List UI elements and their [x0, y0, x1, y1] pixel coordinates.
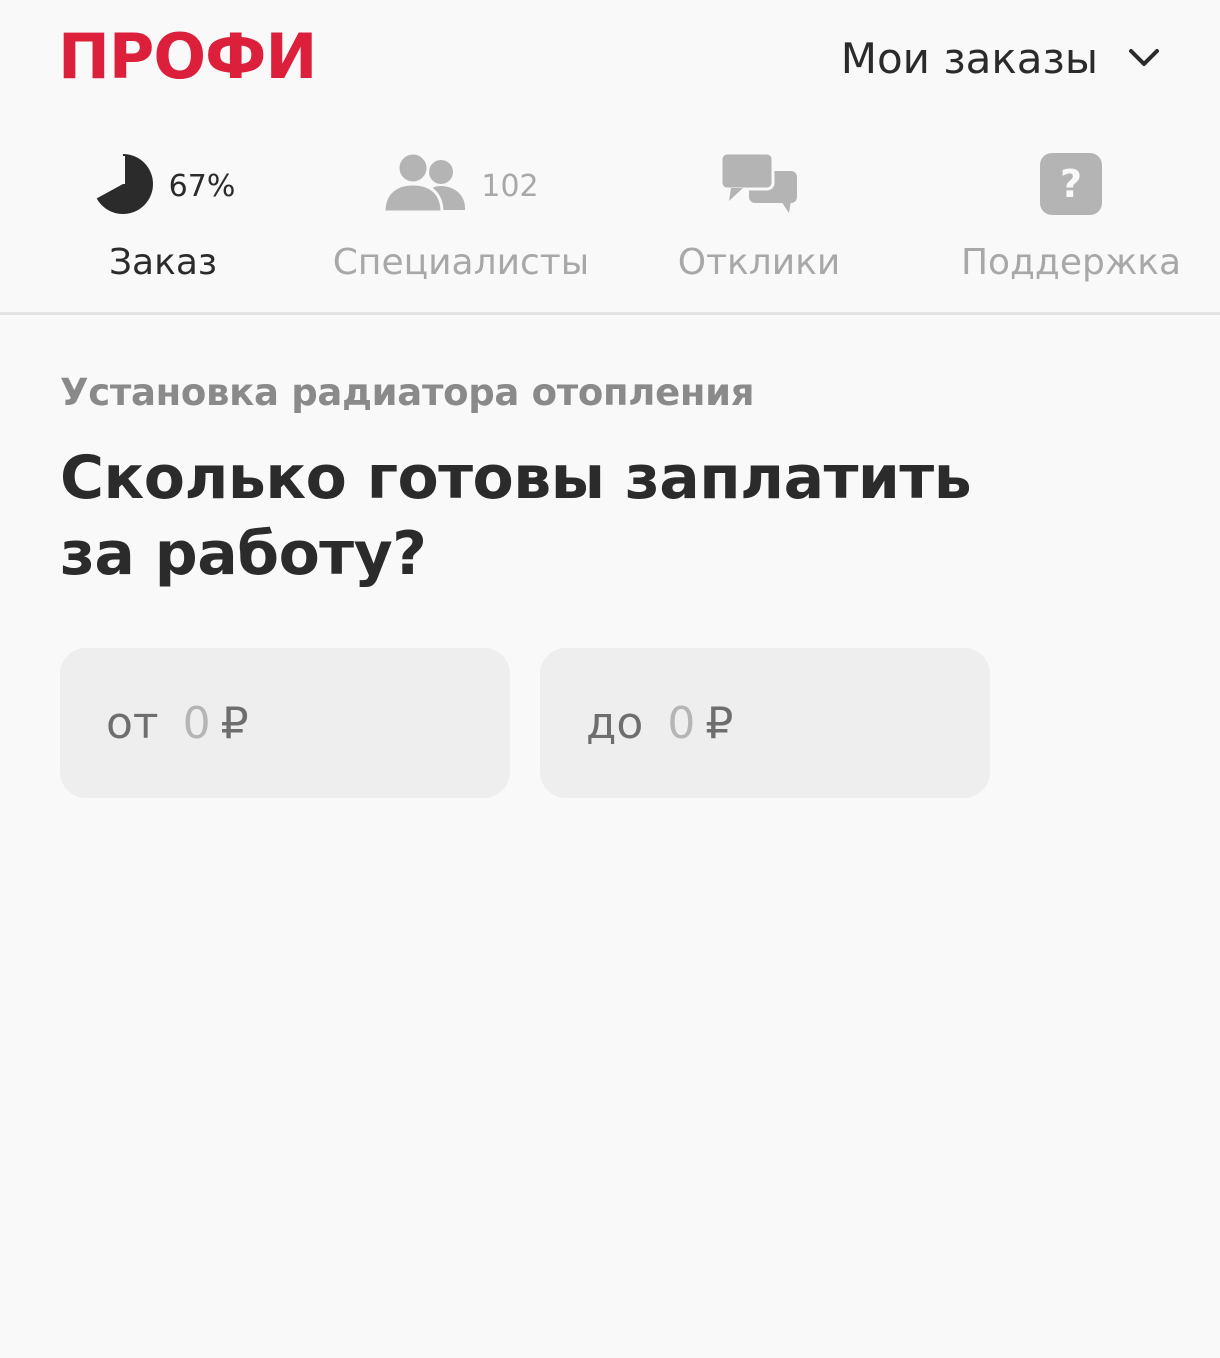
price-to-prefix: до: [586, 697, 644, 749]
price-to-input[interactable]: до 0 ₽: [540, 648, 990, 798]
chat-bubbles-icon: [719, 151, 799, 222]
price-from-value: 0: [182, 697, 211, 749]
ruble-sign: ₽: [220, 697, 249, 749]
profi-logo[interactable]: ПРОФИ: [58, 22, 317, 92]
pie-progress-icon: [91, 152, 155, 221]
tab-order[interactable]: 67% Заказ: [0, 140, 326, 312]
service-title: Установка радиатора отопления: [60, 371, 755, 414]
order-tabs: 67% Заказ 102 Специалисты Отклики ? Подд…: [0, 140, 1220, 315]
price-range: от 0 ₽ до 0 ₽: [60, 648, 990, 798]
tab-support-label: Поддержка: [960, 242, 1182, 283]
users-icon: [382, 151, 467, 221]
tab-specialists-label: Специалисты: [332, 242, 590, 283]
ruble-sign: ₽: [705, 697, 734, 749]
price-from-prefix: от: [106, 697, 159, 749]
order-step-content: Установка радиатора отопления Сколько го…: [60, 360, 1160, 592]
price-from-input[interactable]: от 0 ₽: [60, 648, 510, 798]
tab-support[interactable]: ? Поддержка: [922, 140, 1220, 312]
my-orders-dropdown[interactable]: Мои заказы: [841, 30, 1162, 86]
my-orders-label: Мои заказы: [840, 33, 1098, 83]
tab-specialists[interactable]: 102 Специалисты: [326, 140, 596, 312]
order-progress-percent: 67%: [168, 168, 236, 204]
app-header: ПРОФИ Мои заказы: [0, 0, 1220, 120]
tab-order-label: Заказ: [108, 242, 218, 283]
tab-responses-label: Отклики: [677, 242, 841, 283]
specialists-count: 102: [481, 168, 539, 204]
page-question: Сколько готовы заплатить за работу?: [60, 443, 972, 589]
help-question-icon: ?: [1039, 152, 1103, 221]
svg-text:?: ?: [1060, 162, 1082, 206]
price-to-value: 0: [667, 697, 696, 749]
tab-responses[interactable]: Отклики: [596, 140, 922, 312]
chevron-down-icon: [1126, 40, 1162, 76]
